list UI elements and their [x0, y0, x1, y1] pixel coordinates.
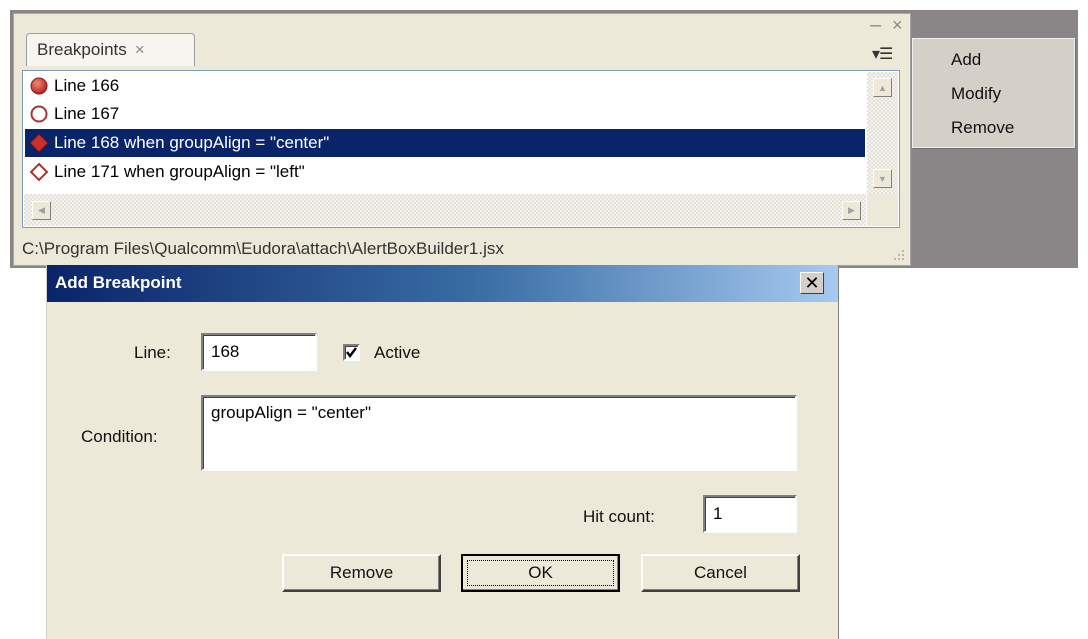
status-bar: C:\Program Files\Qualcomm\Eudora\attach\…	[22, 236, 886, 262]
breakpoint-label: Line 166	[54, 76, 120, 95]
active-checkbox[interactable]	[343, 344, 360, 361]
dialog-close-icon[interactable]: ✕	[800, 272, 824, 294]
breakpoint-row-line-167[interactable]: Line 167	[25, 100, 865, 128]
scroll-corner	[867, 194, 898, 226]
scroll-left-icon[interactable]: ◀	[32, 201, 51, 220]
hollow-circle-breakpoint-icon	[30, 105, 48, 123]
dialog-titlebar[interactable]: Add Breakpoint ✕	[47, 265, 838, 302]
scroll-right-icon[interactable]: ▶	[842, 201, 861, 220]
ok-button[interactable]: OK	[461, 554, 620, 592]
hit-count-label: Hit count:	[583, 507, 655, 526]
breakpoint-row-line-168[interactable]: Line 168 when groupAlign = "center"	[25, 129, 865, 157]
menu-item-add[interactable]: Add	[951, 50, 981, 70]
hit-count-input[interactable]	[703, 495, 797, 533]
breakpoint-row-line-166[interactable]: Line 166	[25, 72, 865, 100]
remove-button[interactable]: Remove	[282, 554, 441, 592]
breakpoint-list[interactable]: Line 166 Line 167 Line 168 when groupAli…	[22, 70, 900, 228]
resize-grip-icon[interactable]	[890, 246, 906, 262]
condition-textarea[interactable]: groupAlign = "center"	[201, 395, 797, 471]
horizontal-scrollbar[interactable]: ◀ ▶	[24, 194, 866, 226]
breakpoint-row-line-171[interactable]: Line 171 when groupAlign = "left"	[25, 158, 865, 186]
add-breakpoint-dialog: Add Breakpoint ✕ Line: Active Condition:…	[46, 265, 839, 639]
tab-close-icon[interactable]: ×	[135, 40, 145, 60]
breakpoints-panel: Breakpoints × – × ▾☰ Line 166 Line 167 L…	[13, 13, 911, 266]
line-input[interactable]	[201, 333, 317, 371]
breakpoint-label: Line 168 when groupAlign = "center"	[54, 133, 330, 152]
checkmark-icon	[346, 347, 357, 358]
breakpoints-tab[interactable]: Breakpoints ×	[26, 33, 195, 66]
filled-diamond-breakpoint-icon	[29, 133, 49, 153]
panel-close-icon[interactable]: ×	[892, 15, 903, 36]
file-path: C:\Program Files\Qualcomm\Eudora\attach\…	[22, 239, 504, 258]
dialog-close-glyph: ✕	[804, 272, 820, 293]
menu-item-remove[interactable]: Remove	[951, 118, 1014, 138]
scroll-up-icon[interactable]: ▲	[873, 78, 892, 97]
line-label: Line:	[134, 343, 171, 362]
menu-item-modify[interactable]: Modify	[951, 84, 1001, 104]
ok-button-label: OK	[467, 560, 614, 586]
condition-label: Condition:	[81, 427, 158, 446]
breakpoint-label: Line 167	[54, 104, 120, 123]
breakpoint-label: Line 171 when groupAlign = "left"	[54, 162, 305, 181]
minimize-icon[interactable]: –	[870, 14, 881, 37]
dialog-title: Add Breakpoint	[55, 273, 182, 292]
panel-menu-icon[interactable]: ▾☰	[872, 44, 893, 64]
cancel-button[interactable]: Cancel	[641, 554, 800, 592]
scroll-down-icon[interactable]: ▼	[873, 169, 892, 188]
filled-circle-breakpoint-icon	[30, 77, 48, 95]
vertical-scrollbar[interactable]: ▲ ▼	[867, 72, 898, 194]
active-label: Active	[374, 343, 421, 362]
context-menu: Add Modify Remove	[912, 38, 1075, 148]
breakpoints-tab-label: Breakpoints	[37, 40, 127, 59]
hollow-diamond-breakpoint-icon	[29, 162, 49, 182]
